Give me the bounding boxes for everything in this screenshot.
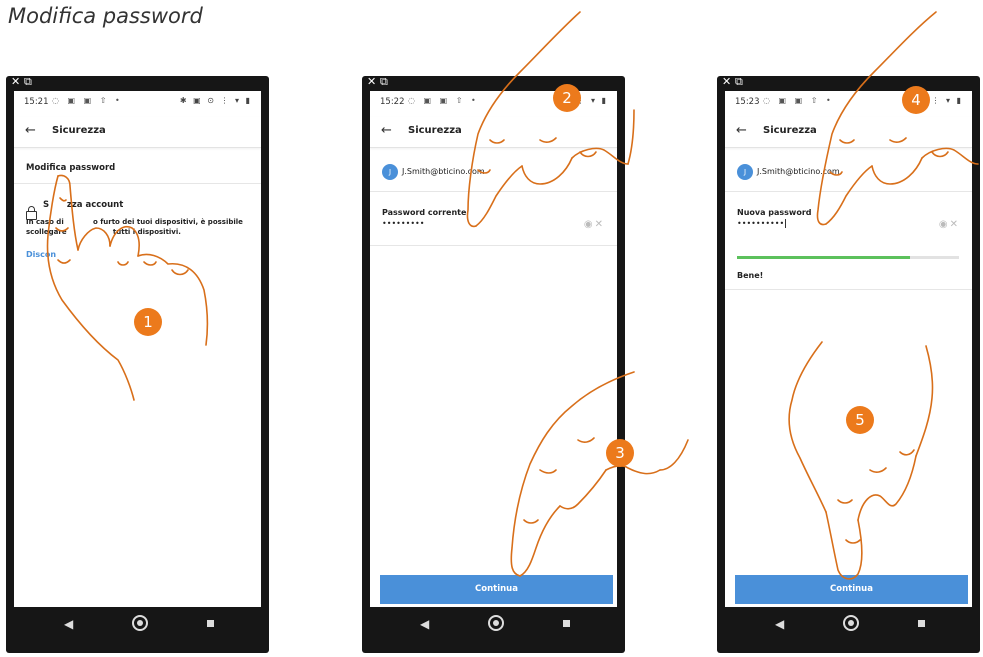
window-controls: ✕ ⧉ [717,75,980,90]
status-bar: 15:23 ◌ ▣ ▣ ⇧ • ✱ ⋮ ▾ ▮ [725,91,972,113]
divider [725,191,972,192]
text-caret [785,219,787,228]
phone-1-screen: 15:21 ◌ ▣ ▣ ⇧ • ✱ ▣ ⊙ ⋮ ▾ ▮ ← Sicurezza … [14,91,261,607]
home-circle-icon[interactable] [132,615,148,631]
back-triangle-icon[interactable]: ◀ [64,617,73,631]
home-circle-icon[interactable] [488,615,504,631]
step-badge: 2 [553,84,581,112]
modifica-password-item[interactable]: Modifica password [26,163,115,173]
divider [725,289,972,290]
eye-icon[interactable]: ◉ [939,219,950,230]
app-bar: ← Sicurezza [725,117,972,148]
recents-square-icon[interactable] [207,620,214,627]
back-triangle-icon[interactable]: ◀ [420,617,429,631]
continue-button[interactable]: Continua [380,575,613,604]
field-actions: ◉✕ [939,219,960,230]
status-bar: 15:21 ◌ ▣ ▣ ⇧ • ✱ ▣ ⊙ ⋮ ▾ ▮ [14,91,261,113]
notification-icons: ◌ ▣ ▣ ⇧ • [408,96,479,105]
back-arrow-icon[interactable]: ← [736,123,747,138]
back-arrow-icon[interactable]: ← [25,123,36,138]
account-title: S zza account [43,200,124,210]
divider [370,191,617,192]
external-icon[interactable]: ⧉ [24,75,32,89]
nav-bar: ◀ [14,607,261,645]
avatar: J [737,164,753,180]
close-icon[interactable]: ✕ [722,75,731,88]
recents-square-icon[interactable] [563,620,570,627]
status-time: 15:21 [24,97,49,107]
new-password-label: Nuova password [737,208,812,217]
nav-bar: ◀ [370,607,617,645]
new-password-field[interactable]: •••••••••• [737,219,787,228]
account-email: J.Smith@bticino.com [757,167,840,176]
app-bar: ← Sicurezza [370,117,617,148]
system-icons: ✱ ▣ ⊙ ⋮ ▾ ▮ [179,96,252,105]
eye-icon[interactable]: ◉ [584,219,595,230]
phone-3-screen: 15:23 ◌ ▣ ▣ ⇧ • ✱ ⋮ ▾ ▮ ← Sicurezza J J.… [725,91,972,607]
account-desc-line-1: In caso di o furto dei tuoi dispositivi,… [26,218,243,226]
continue-button[interactable]: Continua [735,575,968,604]
window-controls: ✕ ⧉ [362,75,625,90]
account-desc-line-2: scollegare tutti i dispositivi. [26,228,181,236]
page-heading: Modifica password [8,4,203,28]
phone-2: ✕ ⧉ 15:22 ◌ ▣ ▣ ⇧ • ✱ ⋮ ▾ ▮ ← Sicurezza … [362,75,625,653]
page-title: Sicurezza [52,125,106,136]
phone-2-screen: 15:22 ◌ ▣ ▣ ⇧ • ✱ ⋮ ▾ ▮ ← Sicurezza J J.… [370,91,617,607]
step-badge: 4 [902,86,930,114]
current-password-label: Password corrente [382,208,467,217]
account-email: J.Smith@bticino.com [402,167,485,176]
clear-icon[interactable]: ✕ [595,219,605,230]
field-actions: ◉✕ [584,219,605,230]
close-icon[interactable]: ✕ [11,75,20,88]
notification-icons: ◌ ▣ ▣ ⇧ • [52,96,123,105]
step-badge: 5 [846,406,874,434]
status-time: 15:22 [380,97,405,107]
new-password-value: •••••••••• [737,219,785,228]
step-badge: 1 [134,308,162,336]
step-badge: 3 [606,439,634,467]
current-password-field[interactable]: ••••••••• [382,219,424,228]
notification-icons: ◌ ▣ ▣ ⇧ • [763,96,834,105]
back-arrow-icon[interactable]: ← [381,123,392,138]
page-title: Sicurezza [408,125,462,136]
divider [14,183,261,184]
password-strength-fill [737,256,911,259]
clear-icon[interactable]: ✕ [950,219,960,230]
password-strength-label: Bene! [737,271,764,280]
external-icon[interactable]: ⧉ [735,75,743,89]
password-strength-bar [737,256,959,259]
close-icon[interactable]: ✕ [367,75,376,88]
phone-1: ✕ ⧉ 15:21 ◌ ▣ ▣ ⇧ • ✱ ▣ ⊙ ⋮ ▾ ▮ ← Sicure… [6,75,269,653]
divider [370,245,617,246]
recents-square-icon[interactable] [918,620,925,627]
home-circle-icon[interactable] [843,615,859,631]
window-controls: ✕ ⧉ [6,75,269,90]
app-bar: ← Sicurezza [14,117,261,148]
nav-bar: ◀ [725,607,972,645]
back-triangle-icon[interactable]: ◀ [775,617,784,631]
disconnect-link[interactable]: Discon [26,250,56,259]
status-time: 15:23 [735,97,760,107]
phone-3: ✕ ⧉ 15:23 ◌ ▣ ▣ ⇧ • ✱ ⋮ ▾ ▮ ← Sicurezza … [717,75,980,653]
avatar: J [382,164,398,180]
page-title: Sicurezza [763,125,817,136]
external-icon[interactable]: ⧉ [380,75,388,89]
